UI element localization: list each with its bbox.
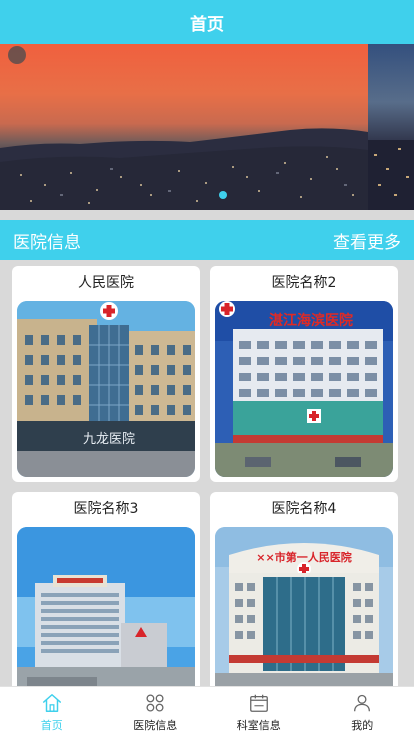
bottom-tab-bar: 首页 医院信息 科室信息 我的: [0, 686, 414, 734]
hospital-info-section-header: 医院信息 查看更多: [0, 220, 414, 260]
home-page: 首页 医院信息 查看更多 人民医院 九龙医院 医院名称2 湛江海滨医院 医院名称…: [0, 0, 414, 734]
hospital-name: 医院名称3: [73, 501, 139, 517]
tab-label: 首页: [40, 719, 63, 732]
building-sign-text: ××市第一人民医院: [256, 550, 351, 564]
tab-label: 科室信息: [236, 719, 281, 732]
carousel-indicator-dot[interactable]: [219, 191, 227, 199]
view-more-link[interactable]: 查看更多: [333, 228, 401, 253]
tab-profile[interactable]: 我的: [311, 687, 414, 734]
banner-slide-next[interactable]: [368, 44, 414, 210]
hospital-building-image: 湛江海滨医院: [215, 301, 393, 477]
section-title: 医院信息: [13, 232, 81, 253]
tab-label: 医院信息: [133, 719, 178, 732]
tab-label: 我的: [351, 719, 374, 732]
tab-hospital-info[interactable]: 医院信息: [104, 687, 208, 734]
city-sunset-photo: [0, 128, 368, 210]
hospital-photo[interactable]: 九龙医院: [17, 301, 195, 477]
banner-overlay-circle: [8, 46, 26, 64]
tab-department-info[interactable]: 科室信息: [207, 687, 311, 734]
building-sign-text: 九龙医院: [83, 432, 135, 447]
hospital-name: 医院名称2: [271, 275, 337, 291]
hospital-card[interactable]: 人民医院 九龙医院: [12, 266, 200, 482]
grid-icon: [146, 694, 164, 712]
banner-slide-city-sunset[interactable]: [0, 44, 368, 210]
hospital-name: 人民医院: [78, 275, 134, 291]
banner-carousel[interactable]: [0, 44, 414, 210]
user-icon: [354, 694, 371, 712]
hospital-building-image: 九龙医院: [17, 301, 195, 477]
hospital-name: 医院名称4: [271, 501, 337, 517]
page-title: 首页: [190, 14, 224, 35]
top-nav-bar: 首页: [0, 0, 414, 44]
city-night-photo: [368, 140, 414, 210]
hospital-photo[interactable]: 湛江海滨医院: [215, 301, 393, 477]
home-icon: [42, 694, 61, 712]
hospital-card[interactable]: 医院名称2 湛江海滨医院: [210, 266, 398, 482]
building-sign-text: 湛江海滨医院: [269, 312, 353, 329]
tab-home[interactable]: 首页: [0, 687, 104, 734]
calendar-icon: [249, 694, 268, 712]
